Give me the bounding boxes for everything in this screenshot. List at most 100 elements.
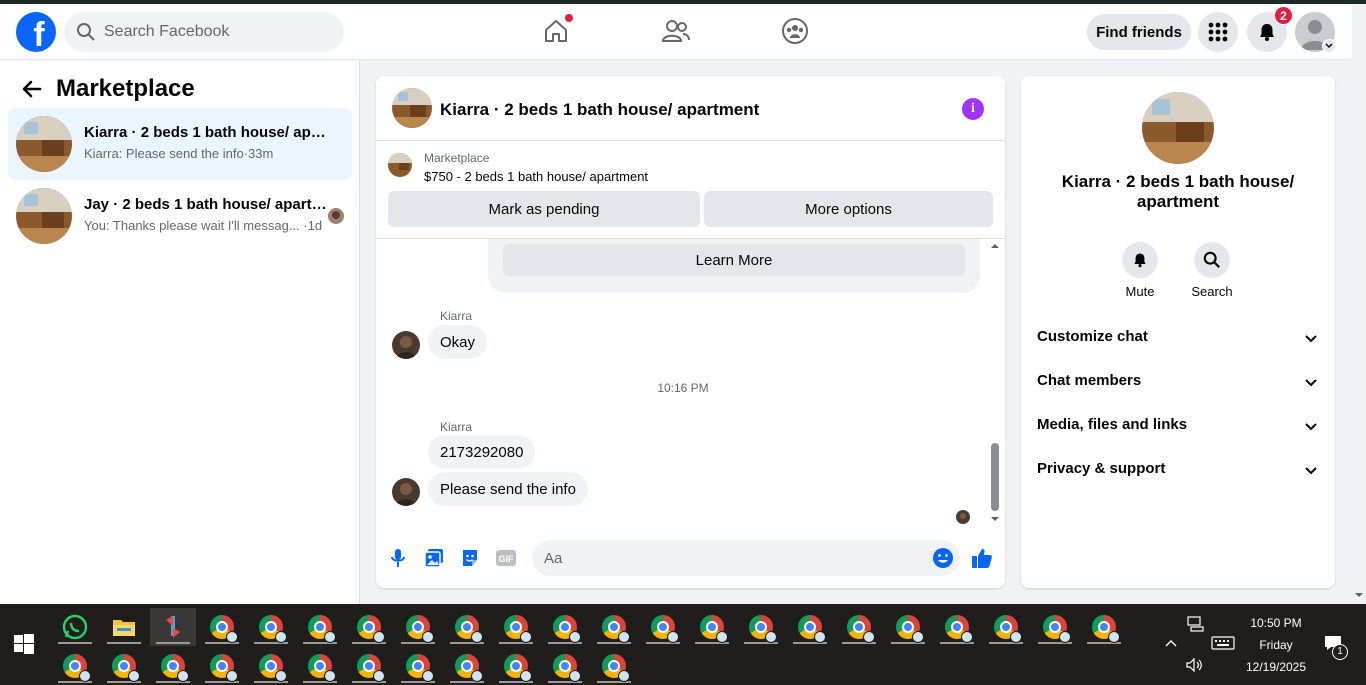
chevron-down-icon [1305,467,1317,475]
windows-start-icon[interactable] [14,634,34,654]
section-privacy-support[interactable]: Privacy & support [1029,448,1327,492]
message-bubble[interactable]: 2173292080 [428,435,536,469]
message-input[interactable] [532,540,960,576]
taskbar-pinned-app[interactable] [150,608,196,646]
clock-date[interactable]: 12/19/2025 [1240,660,1312,674]
chrome-icon [602,615,630,643]
chrome-icon [700,615,728,643]
message-bubble[interactable]: Please send the info [428,472,588,506]
taskbar-whatsapp[interactable] [52,608,98,646]
message-scrollbar[interactable] [988,239,1002,526]
conversation-info-icon[interactable]: i [962,98,984,120]
taskbar-chrome-window[interactable] [297,647,343,685]
volume-icon[interactable] [1186,658,1204,672]
taskbar-chrome-window[interactable] [542,647,588,685]
taskbar-chrome-window[interactable] [885,608,931,646]
groups-nav-button[interactable] [780,16,810,46]
page-scrollbar[interactable] [1352,4,1366,604]
mute-button[interactable] [1122,242,1158,278]
taskbar-chrome-window[interactable] [738,608,784,646]
emoji-button[interactable] [931,546,955,570]
section-chat-members[interactable]: Chat members [1029,360,1327,404]
conversation-item-kiarra[interactable]: Kiarra · 2 beds 1 bath house/ apartment … [8,108,352,180]
taskbar-chrome-window[interactable] [1081,608,1127,646]
taskbar-chrome-window[interactable] [591,608,637,646]
smiley-icon [933,548,953,568]
chrome-profile-icon [667,631,679,643]
search-input[interactable] [104,23,324,41]
seen-by-avatar [328,208,344,224]
sender-avatar[interactable] [392,478,420,506]
taskbar-chrome-window[interactable] [493,608,539,646]
chat-listing-thumbnail[interactable] [392,88,432,128]
taskbar-chrome-window[interactable] [1032,608,1078,646]
clock-time[interactable]: 10:50 PM [1240,616,1312,630]
home-nav-button[interactable] [541,14,573,46]
sticker-button[interactable] [458,546,482,570]
taskbar-chrome-window[interactable] [591,647,637,685]
taskbar-chrome-window[interactable] [444,647,490,685]
show-hidden-icons-chevron-icon[interactable] [1164,638,1178,648]
taskbar-chrome-window[interactable] [248,608,294,646]
taskbar-chrome-window[interactable] [836,608,882,646]
message-bubble[interactable]: Okay [428,325,488,359]
learn-more-button[interactable]: Learn More [503,244,965,276]
more-options-button[interactable]: More options [704,191,993,227]
chrome-icon [308,615,336,643]
menu-button[interactable] [1198,12,1238,52]
taskbar-chrome-window[interactable] [542,608,588,646]
scroll-down-arrow-icon[interactable] [1352,590,1366,600]
taskbar-chrome-window[interactable] [346,608,392,646]
friends-nav-button[interactable] [661,16,691,46]
taskbar-chrome-window[interactable] [787,608,833,646]
taskbar-chrome-window[interactable] [297,608,343,646]
chrome-profile-icon [373,631,385,643]
chat-title[interactable]: Kiarra · 2 beds 1 bath house/ apartment [440,100,759,120]
scrollbar-thumb[interactable] [991,443,999,511]
taskbar-chrome-window[interactable] [248,647,294,685]
taskbar-chrome-window[interactable] [934,608,980,646]
search-action[interactable]: Search [1184,242,1240,299]
taskbar-chrome-window[interactable] [395,608,441,646]
info-listing-thumbnail[interactable] [1142,92,1214,164]
taskbar-chrome-window[interactable] [444,608,490,646]
conversation-item-jay[interactable]: Jay · 2 beds 1 bath house/ apartment You… [8,180,352,252]
mute-action[interactable]: Mute [1112,242,1168,299]
listing-price-title[interactable]: $750 - 2 beds 1 bath house/ apartment [424,169,648,184]
account-menu-caret[interactable] [1322,39,1336,53]
taskbar-chrome-window[interactable] [199,608,245,646]
taskbar-file-explorer[interactable] [101,608,147,646]
search-in-conversation-button[interactable] [1194,242,1230,278]
taskbar-chrome-window[interactable] [983,608,1029,646]
taskbar-chrome-window[interactable] [346,647,392,685]
find-friends-button[interactable]: Find friends [1087,14,1191,50]
taskbar-chrome-window[interactable] [199,647,245,685]
network-icon[interactable] [1187,616,1205,632]
taskbar-chrome-window[interactable] [640,608,686,646]
taskbar-chrome-window[interactable] [493,647,539,685]
scroll-down-arrow-icon[interactable] [988,514,1002,524]
taskbar-chrome-window[interactable] [150,647,196,685]
message-list[interactable]: Learn More Kiarra Okay 10:16 PM Kiarra 2… [376,239,1005,526]
section-customize-chat[interactable]: Customize chat [1029,316,1327,360]
section-media-files-links[interactable]: Media, files and links [1029,404,1327,448]
voice-clip-button[interactable] [386,546,410,570]
taskbar-chrome-window[interactable] [689,608,735,646]
search-box[interactable] [64,12,344,52]
marketplace-inbox-sidebar: Marketplace Kiarra · 2 beds 1 bath house… [0,61,360,604]
gif-button[interactable]: GIF [494,546,518,570]
taskbar-chrome-window[interactable] [52,647,98,685]
chrome-profile-icon [128,670,140,682]
taskbar-chrome-window[interactable] [101,647,147,685]
notifications-button[interactable]: 2 [1247,6,1293,52]
taskbar-chrome-window[interactable] [395,647,441,685]
facebook-logo[interactable]: f [16,12,56,52]
attach-photo-button[interactable] [422,546,446,570]
mark-as-pending-button[interactable]: Mark as pending [388,191,700,227]
sender-avatar[interactable] [392,331,420,359]
scroll-up-arrow-icon[interactable] [988,241,1002,251]
back-arrow-icon[interactable] [20,77,44,101]
clock-day[interactable]: Friday [1240,638,1312,652]
keyboard-icon[interactable] [1211,636,1235,650]
send-like-button[interactable] [970,546,994,570]
